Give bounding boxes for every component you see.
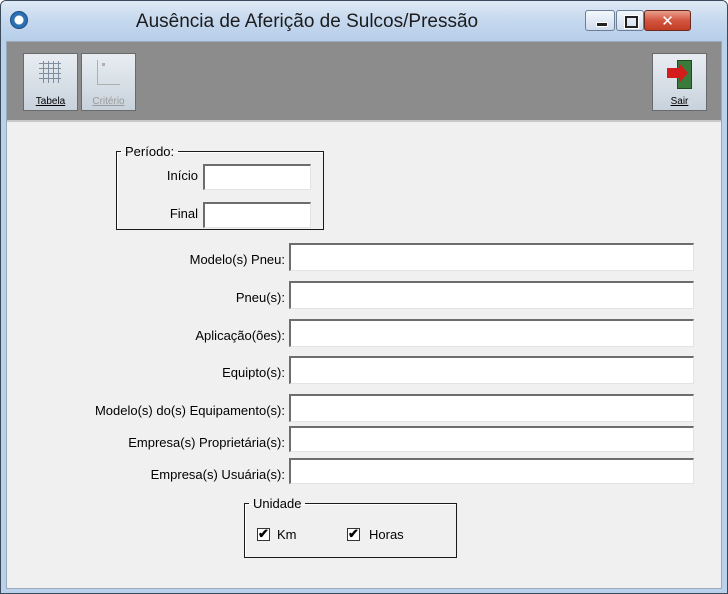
aplicacao-label: Aplicação(ões): bbox=[195, 328, 285, 343]
title-bar[interactable]: Ausência de Aferição de Sulcos/Pressão ✕ bbox=[1, 1, 727, 41]
inicio-label: Início bbox=[166, 168, 198, 183]
modelo-pneu-field[interactable] bbox=[289, 243, 694, 271]
criterio-label: Critério bbox=[92, 96, 125, 107]
km-label: Km bbox=[277, 527, 297, 542]
criteria-icon bbox=[97, 60, 120, 85]
check-icon: ✔ bbox=[348, 526, 359, 541]
periodo-legend: Período: bbox=[125, 144, 175, 159]
empresa-proprietaria-label: Empresa(s) Proprietária(s): bbox=[128, 435, 285, 450]
exit-door-icon bbox=[667, 60, 692, 89]
modelo-equipamento-label: Modelo(s) do(s) Equipamento(s): bbox=[94, 403, 285, 418]
final-label: Final bbox=[169, 206, 198, 221]
unidade-legend: Unidade bbox=[253, 496, 302, 511]
minimize-button[interactable] bbox=[585, 10, 615, 31]
close-button[interactable]: ✕ bbox=[644, 10, 691, 31]
window-body: Tabela Critério Sair Período: Início Fin… bbox=[6, 41, 722, 589]
pneu-field[interactable] bbox=[289, 281, 694, 309]
horas-checkbox[interactable]: ✔ bbox=[347, 526, 360, 541]
empresa-proprietaria-field[interactable] bbox=[289, 426, 694, 452]
empresa-usuaria-label: Empresa(s) Usuária(s): bbox=[150, 467, 285, 482]
criterio-button[interactable]: Critério bbox=[81, 53, 136, 111]
main-window: Ausência de Aferição de Sulcos/Pressão ✕… bbox=[0, 0, 728, 594]
toolbar: Tabela Critério Sair bbox=[7, 42, 721, 122]
equipto-label: Equipto(s): bbox=[222, 365, 285, 380]
sair-label: Sair bbox=[670, 96, 689, 107]
modelo-equipamento-field[interactable] bbox=[289, 394, 694, 422]
modelo-pneu-label: Modelo(s) Pneu: bbox=[189, 252, 285, 267]
maximize-icon bbox=[625, 16, 638, 28]
close-icon: ✕ bbox=[661, 12, 674, 30]
form-area: Período: Início Final Modelo(s) Pneu: Pn… bbox=[7, 122, 721, 588]
empresa-usuaria-field[interactable] bbox=[289, 458, 694, 484]
final-field[interactable] bbox=[203, 202, 311, 228]
tabela-label: Tabela bbox=[35, 96, 66, 107]
sair-button[interactable]: Sair bbox=[652, 53, 707, 111]
grid-table-icon bbox=[39, 61, 61, 83]
horas-label: Horas bbox=[369, 527, 404, 542]
check-icon: ✔ bbox=[258, 526, 269, 541]
pneu-label: Pneu(s): bbox=[235, 290, 285, 305]
km-checkbox[interactable]: ✔ bbox=[257, 526, 270, 541]
maximize-button[interactable] bbox=[616, 10, 644, 31]
minimize-icon bbox=[596, 22, 608, 27]
inicio-field[interactable] bbox=[203, 164, 311, 190]
window-title: Ausência de Aferição de Sulcos/Pressão bbox=[135, 11, 479, 32]
tabela-button[interactable]: Tabela bbox=[23, 53, 78, 111]
equipto-field[interactable] bbox=[289, 356, 694, 384]
aplicacao-field[interactable] bbox=[289, 319, 694, 347]
